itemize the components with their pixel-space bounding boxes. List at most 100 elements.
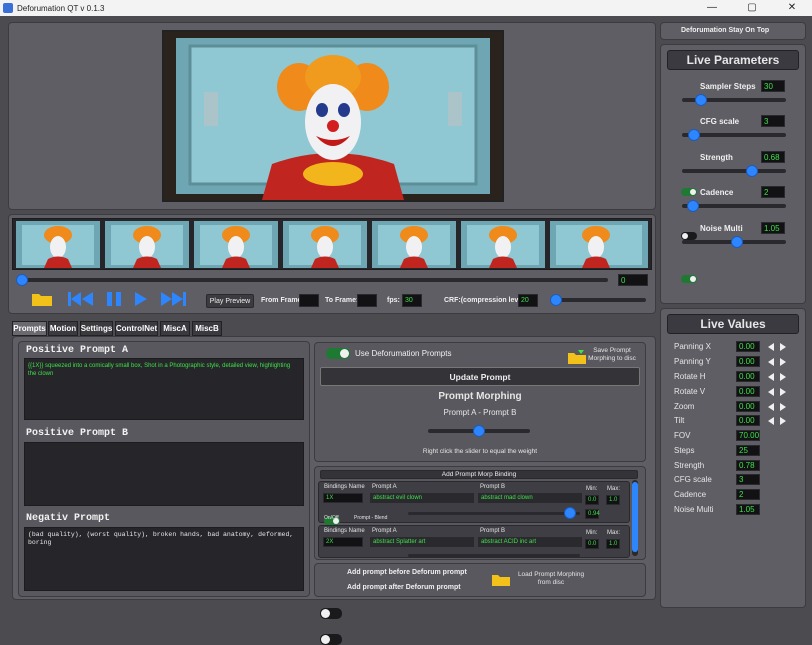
binding-weight-slider-track[interactable] <box>408 554 580 557</box>
save-prompt-morphing-label[interactable]: Save Prompt Morphing to disc <box>588 347 636 363</box>
zoom-decrease-icon[interactable] <box>768 403 774 411</box>
noise-multi-value[interactable]: 1.05 <box>761 222 785 234</box>
panning-y-increase-icon[interactable] <box>780 358 786 366</box>
panning-y-decrease-icon[interactable] <box>768 358 774 366</box>
crf-slider-track[interactable] <box>550 298 646 302</box>
crf-slider-handle[interactable] <box>550 294 562 306</box>
noise-multi-label: Noise Multi <box>700 224 743 233</box>
rotate-v-increase-icon[interactable] <box>780 388 786 396</box>
tilt-label: Tilt <box>674 416 685 425</box>
save-folder-icon[interactable] <box>568 350 586 364</box>
strength-toggle[interactable] <box>681 232 697 240</box>
zoom-increase-icon[interactable] <box>780 403 786 411</box>
strength-slider-handle[interactable] <box>745 165 758 177</box>
minimize-button[interactable]: — <box>692 0 732 16</box>
crf-input[interactable]: 20 <box>518 294 538 307</box>
cfg-scale-live-value: 3 <box>736 474 760 485</box>
bindings-scrollbar[interactable] <box>632 480 638 556</box>
panning-x-decrease-icon[interactable] <box>768 343 774 351</box>
prompt-morph-slider-handle[interactable] <box>473 425 485 437</box>
use-deforumation-prompts-toggle[interactable] <box>326 348 350 359</box>
binding-prompt-a-input[interactable]: abstract Splatter art <box>370 537 474 547</box>
folder-icon[interactable] <box>32 292 52 306</box>
tab-motion[interactable]: Motion <box>48 321 78 336</box>
noise-multi-slider-handle[interactable] <box>730 236 743 248</box>
binding-weight-slider-handle[interactable] <box>563 507 576 519</box>
rotate-v-decrease-icon[interactable] <box>768 388 774 396</box>
from-frame-input[interactable] <box>299 294 319 307</box>
to-frame-input[interactable] <box>357 294 377 307</box>
timeline-slider-handle[interactable] <box>16 274 28 286</box>
rotate-h-increase-icon[interactable] <box>780 373 786 381</box>
positive-prompt-a-input[interactable]: {{1X}} squeezed into a comically small b… <box>24 358 304 420</box>
thumbnail[interactable] <box>461 221 545 268</box>
tab-prompts[interactable]: Prompts <box>12 321 47 336</box>
binding-name-input[interactable]: 1X <box>323 493 363 503</box>
thumbnail[interactable] <box>550 221 648 268</box>
binding-prompt-a-header: Prompt A <box>372 484 397 490</box>
strength-value[interactable]: 0.68 <box>761 151 785 163</box>
thumbnail[interactable] <box>16 221 100 268</box>
update-prompt-button[interactable]: Update Prompt <box>320 367 640 386</box>
tilt-decrease-icon[interactable] <box>768 417 774 425</box>
play-icon[interactable] <box>134 292 148 306</box>
strength-label: Strength <box>700 153 733 162</box>
tilt-increase-icon[interactable] <box>780 417 786 425</box>
skip-forward-icon[interactable] <box>160 292 186 306</box>
maximize-button[interactable]: ▢ <box>732 0 772 16</box>
tab-controlnet[interactable]: ControlNet <box>115 321 158 336</box>
cadence-toggle[interactable] <box>681 275 697 283</box>
sampler-steps-value[interactable]: 30 <box>761 80 785 92</box>
rotate-h-decrease-icon[interactable] <box>768 373 774 381</box>
negative-prompt-title: Negativ Prompt <box>26 513 111 524</box>
binding-prompt-b-input[interactable]: abstract mad clown <box>478 493 582 503</box>
window-titlebar: Deforumation QT v 0.1.3 — ▢ ✕ <box>0 0 812 16</box>
binding-max-header: Max: <box>607 530 621 536</box>
binding-min-input[interactable]: 0.0 <box>585 539 599 549</box>
cadence-label: Cadence <box>700 188 734 197</box>
binding-max-input[interactable]: 1.0 <box>606 495 620 505</box>
add-prompt-morph-binding-button[interactable]: Add Prompt Morp Binding <box>320 470 638 479</box>
add-after-toggle[interactable] <box>320 634 342 645</box>
binding-max-input[interactable]: 1.0 <box>606 539 620 549</box>
timeline-frame-value[interactable]: 0 <box>618 274 648 286</box>
cfg-scale-toggle[interactable] <box>681 188 697 196</box>
tab-miscb[interactable]: MiscB <box>192 321 222 336</box>
timeline-slider-track[interactable] <box>22 278 608 282</box>
binding-min-input[interactable]: 0.0 <box>585 495 599 505</box>
skip-back-icon[interactable] <box>68 292 94 306</box>
app-icon <box>3 3 13 13</box>
cadence-value[interactable]: 2 <box>761 186 785 198</box>
rotate-v-value: 0.00 <box>736 386 760 397</box>
binding-prompt-b-input[interactable]: abstract ACID inc art <box>478 537 582 547</box>
binding-min-header: Min: <box>586 486 598 492</box>
thumbnail[interactable] <box>372 221 456 268</box>
load-prompt-morphing-label[interactable]: Load Prompt Morphing from disc <box>515 571 587 587</box>
cfg-scale-value[interactable]: 3 <box>761 115 785 127</box>
negative-prompt-input[interactable]: (bad quality), (worst quality), broken h… <box>24 527 304 591</box>
noise-multi-live-value: 1.05 <box>736 504 760 515</box>
binding-prompt-a-input[interactable]: abstract evil clown <box>370 493 474 503</box>
thumbnail[interactable] <box>105 221 189 268</box>
load-folder-icon[interactable] <box>492 572 510 586</box>
thumbnail[interactable] <box>283 221 367 268</box>
strength-slider-track[interactable] <box>682 169 786 173</box>
fps-input[interactable]: 30 <box>402 294 422 307</box>
add-after-label: Add prompt after Deforum prompt <box>347 584 461 591</box>
strength-live-label: Strength <box>674 461 705 470</box>
add-before-toggle[interactable] <box>320 608 342 619</box>
cadence-slider-handle[interactable] <box>686 200 699 212</box>
bindings-scrollbar-thumb[interactable] <box>632 482 638 552</box>
tab-settings[interactable]: Settings <box>80 321 113 336</box>
thumbnail[interactable] <box>194 221 278 268</box>
close-button[interactable]: ✕ <box>772 0 812 16</box>
binding-weight-value[interactable]: 0.94 <box>585 509 600 519</box>
binding-weight-slider-track[interactable] <box>408 512 580 515</box>
positive-prompt-b-input[interactable] <box>24 442 304 506</box>
pause-icon[interactable] <box>106 292 122 306</box>
cfg-scale-slider-handle[interactable] <box>687 129 700 141</box>
tab-misca[interactable]: MiscA <box>160 321 190 336</box>
play-preview-button[interactable]: Play Preview <box>206 294 254 308</box>
binding-name-input[interactable]: 2X <box>323 537 363 547</box>
panning-x-increase-icon[interactable] <box>780 343 786 351</box>
